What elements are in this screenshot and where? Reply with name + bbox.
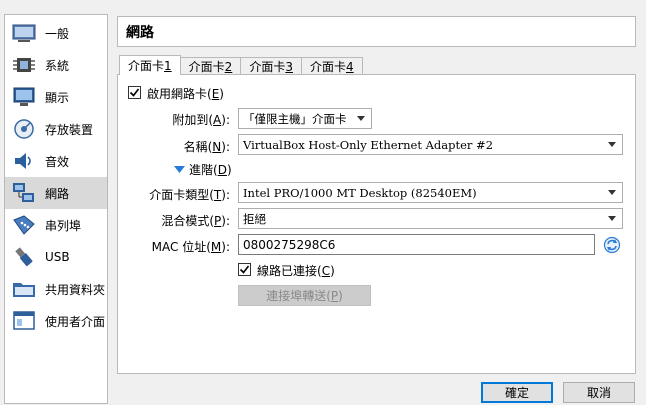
sidebar-item-display[interactable]: 顯示 bbox=[5, 81, 107, 113]
sidebar-item-label: 存放裝置 bbox=[45, 122, 94, 137]
adapter-name-select[interactable]: VirtualBox Host-Only Ethernet Adapter #2 bbox=[238, 134, 623, 155]
checkmark-icon bbox=[239, 265, 250, 274]
refresh-icon bbox=[603, 236, 621, 254]
sidebar-item-label: 共用資料夾 bbox=[45, 282, 106, 297]
tab-adapter-1[interactable]: 介面卡 1 bbox=[119, 55, 181, 75]
sidebar-item-label: 音效 bbox=[45, 154, 70, 169]
sidebar-item-user-interface[interactable]: 使用者介面 bbox=[5, 305, 107, 337]
sidebar-item-storage[interactable]: 存放裝置 bbox=[5, 113, 107, 145]
cable-connected-label: 線路已連接(C) bbox=[257, 264, 335, 278]
adapter-type-select[interactable]: Intel PRO/1000 MT Desktop (82540EM) bbox=[238, 182, 623, 203]
settings-sidebar: 一般 系統 顯示 存放裝置 音效 網路 串列埠 USB 共用資料夾 使用者介面 bbox=[4, 14, 108, 404]
sidebar-item-usb[interactable]: USB bbox=[5, 241, 107, 273]
sidebar-item-system[interactable]: 系統 bbox=[5, 49, 107, 81]
sidebar-item-label: 系統 bbox=[45, 58, 70, 73]
network-icon bbox=[11, 182, 37, 204]
sidebar-item-serial-port[interactable]: 串列埠 bbox=[5, 209, 107, 241]
tab-adapter-3[interactable]: 介面卡 3 bbox=[240, 57, 302, 75]
sidebar-item-general[interactable]: 一般 bbox=[5, 17, 107, 49]
monitor-icon bbox=[11, 86, 37, 108]
mac-address-input[interactable]: 0800275298C6 bbox=[238, 234, 595, 255]
sidebar-item-label: 使用者介面 bbox=[45, 314, 106, 329]
promiscuous-mode-label: 混合模式(P): bbox=[161, 214, 230, 228]
general-icon bbox=[11, 22, 37, 44]
tab-adapter-4[interactable]: 介面卡 4 bbox=[300, 57, 363, 75]
sidebar-item-shared-folders[interactable]: 共用資料夾 bbox=[5, 273, 107, 305]
serial-port-icon bbox=[11, 214, 37, 236]
attached-to-label: 附加到(A): bbox=[172, 113, 230, 127]
adapter-tabs: 介面卡 1 介面卡 2 介面卡 3 介面卡 4 bbox=[119, 55, 363, 75]
cable-connected-checkbox[interactable] bbox=[238, 263, 251, 276]
adapter-type-label: 介面卡類型(T): bbox=[149, 188, 230, 202]
chevron-down-icon bbox=[608, 190, 616, 195]
attached-to-select[interactable]: 「僅限主機」介面卡 bbox=[238, 108, 372, 129]
chip-icon bbox=[11, 54, 37, 76]
sidebar-item-label: 顯示 bbox=[45, 90, 70, 105]
name-label: 名稱(N): bbox=[183, 140, 230, 154]
sidebar-item-network[interactable]: 網路 bbox=[5, 177, 107, 209]
page-title: 網路 bbox=[117, 16, 636, 47]
storage-icon bbox=[11, 118, 37, 140]
adapter-panel: 啟用網路卡(E) 附加到(A): 「僅限主機」介面卡 名稱(N): Virtua… bbox=[117, 74, 636, 374]
sidebar-item-label: USB bbox=[45, 250, 70, 264]
chevron-down-icon bbox=[608, 216, 616, 221]
cancel-button[interactable]: 取消 bbox=[563, 382, 635, 403]
ok-button[interactable]: 確定 bbox=[481, 382, 553, 403]
sidebar-item-audio[interactable]: 音效 bbox=[5, 145, 107, 177]
port-forwarding-button[interactable]: 連接埠轉送(P) bbox=[238, 285, 371, 306]
checkmark-icon bbox=[129, 88, 140, 97]
chevron-down-icon bbox=[357, 116, 365, 121]
tab-adapter-2[interactable]: 介面卡 2 bbox=[179, 57, 242, 75]
folder-icon bbox=[11, 278, 37, 300]
mac-address-label: MAC 位址(M): bbox=[151, 240, 230, 254]
advanced-toggle[interactable]: 進階(D) bbox=[174, 161, 232, 178]
sidebar-item-label: 串列埠 bbox=[45, 218, 82, 233]
chevron-down-icon bbox=[608, 142, 616, 147]
sidebar-item-label: 網路 bbox=[45, 186, 70, 201]
enable-adapter-checkbox[interactable] bbox=[128, 86, 141, 99]
promiscuous-mode-select[interactable]: 拒絕 bbox=[238, 208, 623, 229]
enable-adapter-label: 啟用網路卡(E) bbox=[147, 87, 224, 101]
usb-icon bbox=[11, 246, 37, 268]
ui-icon bbox=[11, 310, 37, 332]
expand-triangle-icon bbox=[174, 165, 185, 173]
sidebar-item-label: 一般 bbox=[45, 26, 70, 41]
speaker-icon bbox=[11, 150, 37, 172]
refresh-mac-button[interactable] bbox=[603, 236, 621, 254]
